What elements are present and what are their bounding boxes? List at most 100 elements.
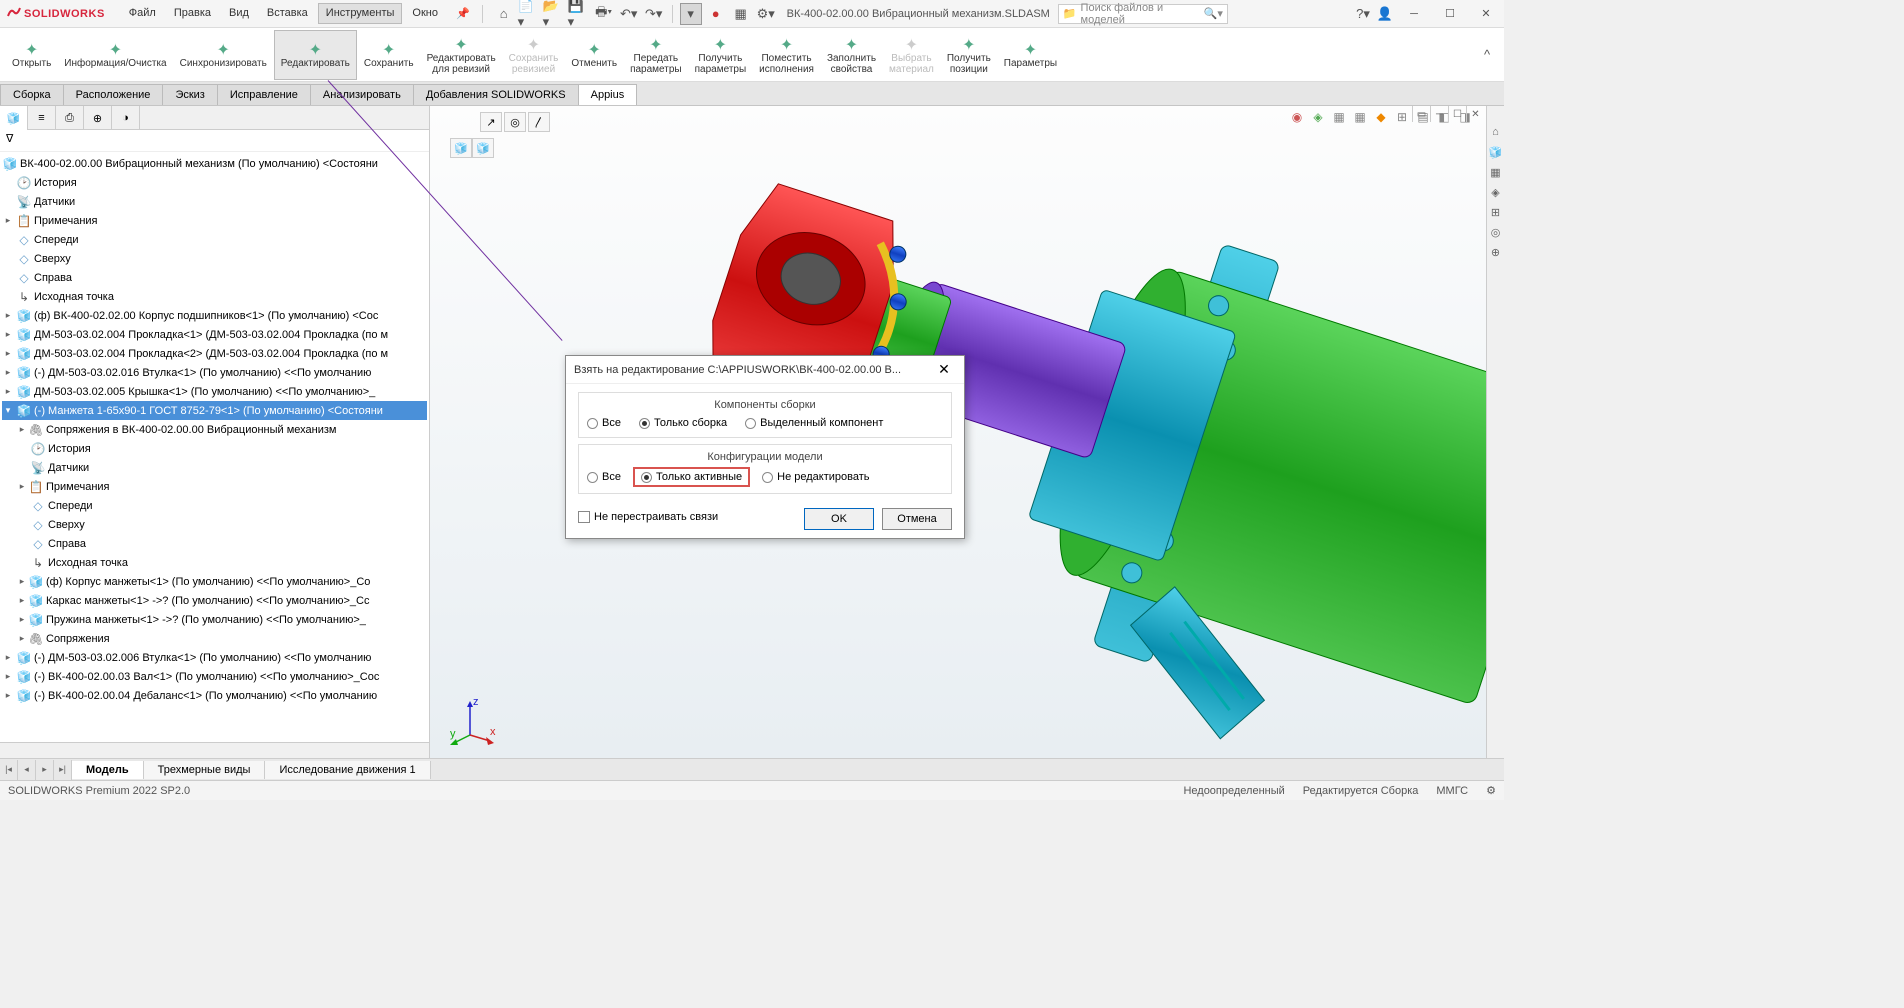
radio-all[interactable]: Все <box>587 417 621 429</box>
rib-get-positions[interactable]: ✦Получить позиции <box>941 30 997 80</box>
user-icon[interactable]: 👤 <box>1374 3 1396 25</box>
minimize-button[interactable]: ─ <box>1396 1 1432 27</box>
taskpane-icon[interactable]: ⊕ <box>1489 246 1503 260</box>
tree-item-selected[interactable]: ▾🧊(-) Манжета 1-65х90-1 ГОСТ 8752-79<1> … <box>2 401 427 420</box>
rib-get-params[interactable]: ✦Получить параметры <box>689 30 753 80</box>
tab-addins[interactable]: Добавления SOLIDWORKS <box>413 84 579 105</box>
rib-params[interactable]: ✦Параметры <box>998 30 1063 80</box>
new-icon[interactable]: 📄▾ <box>518 3 540 25</box>
tree-tab-config-icon[interactable]: ⎙ <box>56 106 84 130</box>
tree-sub-mates-in[interactable]: ▸🖇Сопряжения в ВК-400-02.00.00 Вибрацион… <box>2 420 427 439</box>
view-triad[interactable]: z y x <box>448 697 498 750</box>
rib-info[interactable]: ✦Информация/Очистка <box>58 30 172 80</box>
tree-sub-item[interactable]: ▸🧊(ф) Корпус манжеты<1> (По умолчанию) <… <box>2 572 427 591</box>
tree-item[interactable]: ▸🧊(ф) ВК-400-02.02.00 Корпус подшипников… <box>2 306 427 325</box>
rib-open[interactable]: ✦Открыть <box>6 30 57 80</box>
tree-item[interactable]: ▸🧊(-) ВК-400-02.00.03 Вал<1> (По умолчан… <box>2 667 427 686</box>
tree-tab-display-icon[interactable]: ◑ <box>112 106 140 130</box>
nav-next-icon[interactable]: ▸ <box>36 760 54 780</box>
print-icon[interactable]: 🖶▾ <box>593 3 615 25</box>
tree-filter[interactable]: ∇ <box>0 130 429 152</box>
ribbon-collapse-icon[interactable]: ^ <box>1476 44 1498 66</box>
tree-tab-feature-icon[interactable]: 🧊 <box>0 106 28 130</box>
taskpane-icon[interactable]: ⊞ <box>1489 206 1503 220</box>
redo-icon[interactable]: ↷▾ <box>643 3 665 25</box>
tree-plane-right[interactable]: ◇Справа <box>2 268 427 287</box>
open-icon[interactable]: 📂▾ <box>543 3 565 25</box>
tree-sub-sensors[interactable]: 📡Датчики <box>2 458 427 477</box>
ok-button[interactable]: OK <box>804 508 874 530</box>
radio-cfg-active[interactable]: Только активные <box>641 471 742 483</box>
radio-cfg-all[interactable]: Все <box>587 471 621 483</box>
taskpane-icon[interactable]: ▦ <box>1489 166 1503 180</box>
tree-item[interactable]: ▸🧊(-) ВК-400-02.00.04 Дебаланс<1> (По ум… <box>2 686 427 705</box>
tree-sub-mates[interactable]: ▸🖇Сопряжения <box>2 629 427 648</box>
help-icon[interactable]: ?▾ <box>1352 3 1374 25</box>
search-input[interactable]: 📁 Поиск файлов и моделей 🔍▾ <box>1058 4 1228 24</box>
menu-tools[interactable]: Инструменты <box>318 3 403 24</box>
tree-sub-origin[interactable]: ↳Исходная точка <box>2 553 427 572</box>
radio-assembly-only[interactable]: Только сборка <box>639 417 727 429</box>
tree-sub-history[interactable]: 🕑История <box>2 439 427 458</box>
expand-icon[interactable]: ▸ <box>16 633 28 644</box>
expand-icon[interactable]: ▸ <box>2 386 14 397</box>
dialog-titlebar[interactable]: Взять на редактирование C:\APPIUSWORK\ВК… <box>566 356 964 384</box>
tree-item[interactable]: ▸🧊ДМ-503-03.02.004 Прокладка<2> (ДМ-503-… <box>2 344 427 363</box>
expand-icon[interactable]: ▸ <box>16 424 28 435</box>
tree-item[interactable]: ▸🧊ДМ-503-03.02.005 Крышка<1> (По умолчан… <box>2 382 427 401</box>
nav-first-icon[interactable]: |◂ <box>0 760 18 780</box>
rib-place-exec[interactable]: ✦Поместить исполнения <box>753 30 820 80</box>
tree-plane-front[interactable]: ◇Спереди <box>2 230 427 249</box>
tree-root[interactable]: 🧊ВК-400-02.00.00 Вибрационный механизм (… <box>2 154 427 173</box>
tree-tab-dim-icon[interactable]: ⊕ <box>84 106 112 130</box>
tab-sketch[interactable]: Эскиз <box>162 84 217 105</box>
tab-assembly[interactable]: Сборка <box>0 84 64 105</box>
nav-prev-icon[interactable]: ◂ <box>18 760 36 780</box>
rib-editmode[interactable]: ✦Редактировать <box>274 30 357 80</box>
menu-edit[interactable]: Правка <box>166 3 219 24</box>
tree-item[interactable]: ▸🧊(-) ДМ-503-03.02.006 Втулка<1> (По умо… <box>2 648 427 667</box>
rib-send-params[interactable]: ✦Передать параметры <box>624 30 688 80</box>
bottom-tab-motion[interactable]: Исследование движения 1 <box>265 761 430 779</box>
tree-sub-notes[interactable]: ▸📋Примечания <box>2 477 427 496</box>
tab-analyze[interactable]: Анализировать <box>310 84 414 105</box>
expand-icon[interactable]: ▸ <box>2 690 14 701</box>
save-icon[interactable]: 💾▾ <box>568 3 590 25</box>
tree-origin[interactable]: ↳Исходная точка <box>2 287 427 306</box>
radio-selected-component[interactable]: Выделенный компонент <box>745 417 883 429</box>
expand-icon[interactable]: ▸ <box>2 652 14 663</box>
menu-window[interactable]: Окно <box>404 3 446 24</box>
tree-tab-property-icon[interactable]: ≡ <box>28 106 56 130</box>
taskpane-icon[interactable]: ◎ <box>1489 226 1503 240</box>
options-icon[interactable]: ⚙▾ <box>755 3 777 25</box>
tab-fix[interactable]: Исправление <box>217 84 311 105</box>
collapse-icon[interactable]: ▾ <box>2 405 14 416</box>
tree-history[interactable]: 🕑История <box>2 173 427 192</box>
tree-plane-top[interactable]: ◇Сверху <box>2 249 427 268</box>
rib-sync[interactable]: ✦Синхронизировать <box>174 30 273 80</box>
taskpane-icon[interactable]: ⌂ <box>1489 126 1503 140</box>
home-icon[interactable]: ⌂ <box>493 3 515 25</box>
tree-item[interactable]: ▸🧊ДМ-503-03.02.004 Прокладка<1> (ДМ-503-… <box>2 325 427 344</box>
expand-icon[interactable]: ▸ <box>2 310 14 321</box>
expand-icon[interactable]: ▸ <box>16 614 28 625</box>
tree-item[interactable]: ▸🧊(-) ДМ-503-03.02.016 Втулка<1> (По умо… <box>2 363 427 382</box>
radio-cfg-none[interactable]: Не редактировать <box>762 471 869 483</box>
tree-sub-plane[interactable]: ◇Справа <box>2 534 427 553</box>
rib-cancel[interactable]: ✦Отменить <box>565 30 623 80</box>
rib-save[interactable]: ✦Сохранить <box>358 30 420 80</box>
tab-appius[interactable]: Appius <box>578 84 638 105</box>
feature-tree[interactable]: 🧊ВК-400-02.00.00 Вибрационный механизм (… <box>0 152 429 742</box>
expand-icon[interactable]: ▸ <box>16 595 28 606</box>
checkbox-no-rebuild[interactable]: Не перестраивать связи <box>578 511 718 523</box>
close-button[interactable]: ✕ <box>1468 1 1504 27</box>
rebuild-icon[interactable]: ▦ <box>730 3 752 25</box>
status-units[interactable]: ММГС <box>1436 785 1468 797</box>
rib-edit-rev[interactable]: ✦Редактировать для ревизий <box>421 30 502 80</box>
tab-layout[interactable]: Расположение <box>63 84 164 105</box>
rib-fill-props[interactable]: ✦Заполнить свойства <box>821 30 882 80</box>
expand-icon[interactable]: ▸ <box>2 329 14 340</box>
menu-pin-icon[interactable]: 📌 <box>448 3 478 24</box>
expand-icon[interactable]: ▸ <box>16 481 28 492</box>
dialog-close-icon[interactable]: ✕ <box>932 361 956 378</box>
